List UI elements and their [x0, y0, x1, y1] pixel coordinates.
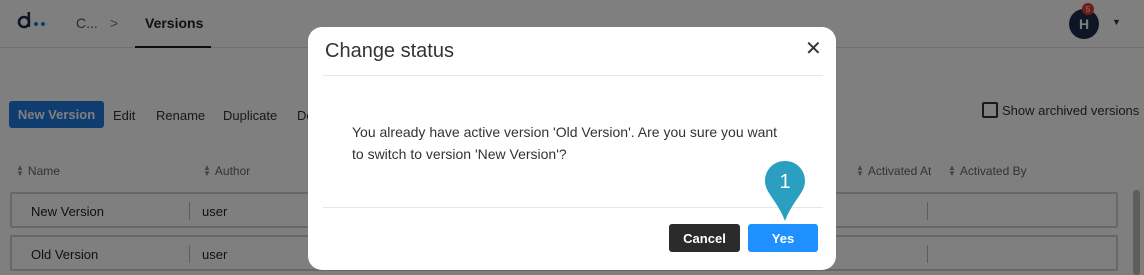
cancel-button[interactable]: Cancel: [669, 224, 740, 252]
dialog-divider-top: [323, 75, 823, 76]
dialog-title: Change status: [325, 40, 454, 62]
close-icon[interactable]: ✕: [805, 39, 822, 59]
change-status-dialog: Change status ✕ You already have active …: [308, 27, 836, 270]
page: C... > Versions H 5 ▼ New Version Edit R…: [0, 0, 1144, 275]
step-number: 1: [779, 171, 791, 193]
step-marker: 1: [764, 160, 806, 222]
yes-button[interactable]: Yes: [748, 224, 818, 252]
dialog-message: You already have active version 'Old Ver…: [352, 124, 778, 162]
dialog-divider-bottom: [323, 207, 823, 208]
